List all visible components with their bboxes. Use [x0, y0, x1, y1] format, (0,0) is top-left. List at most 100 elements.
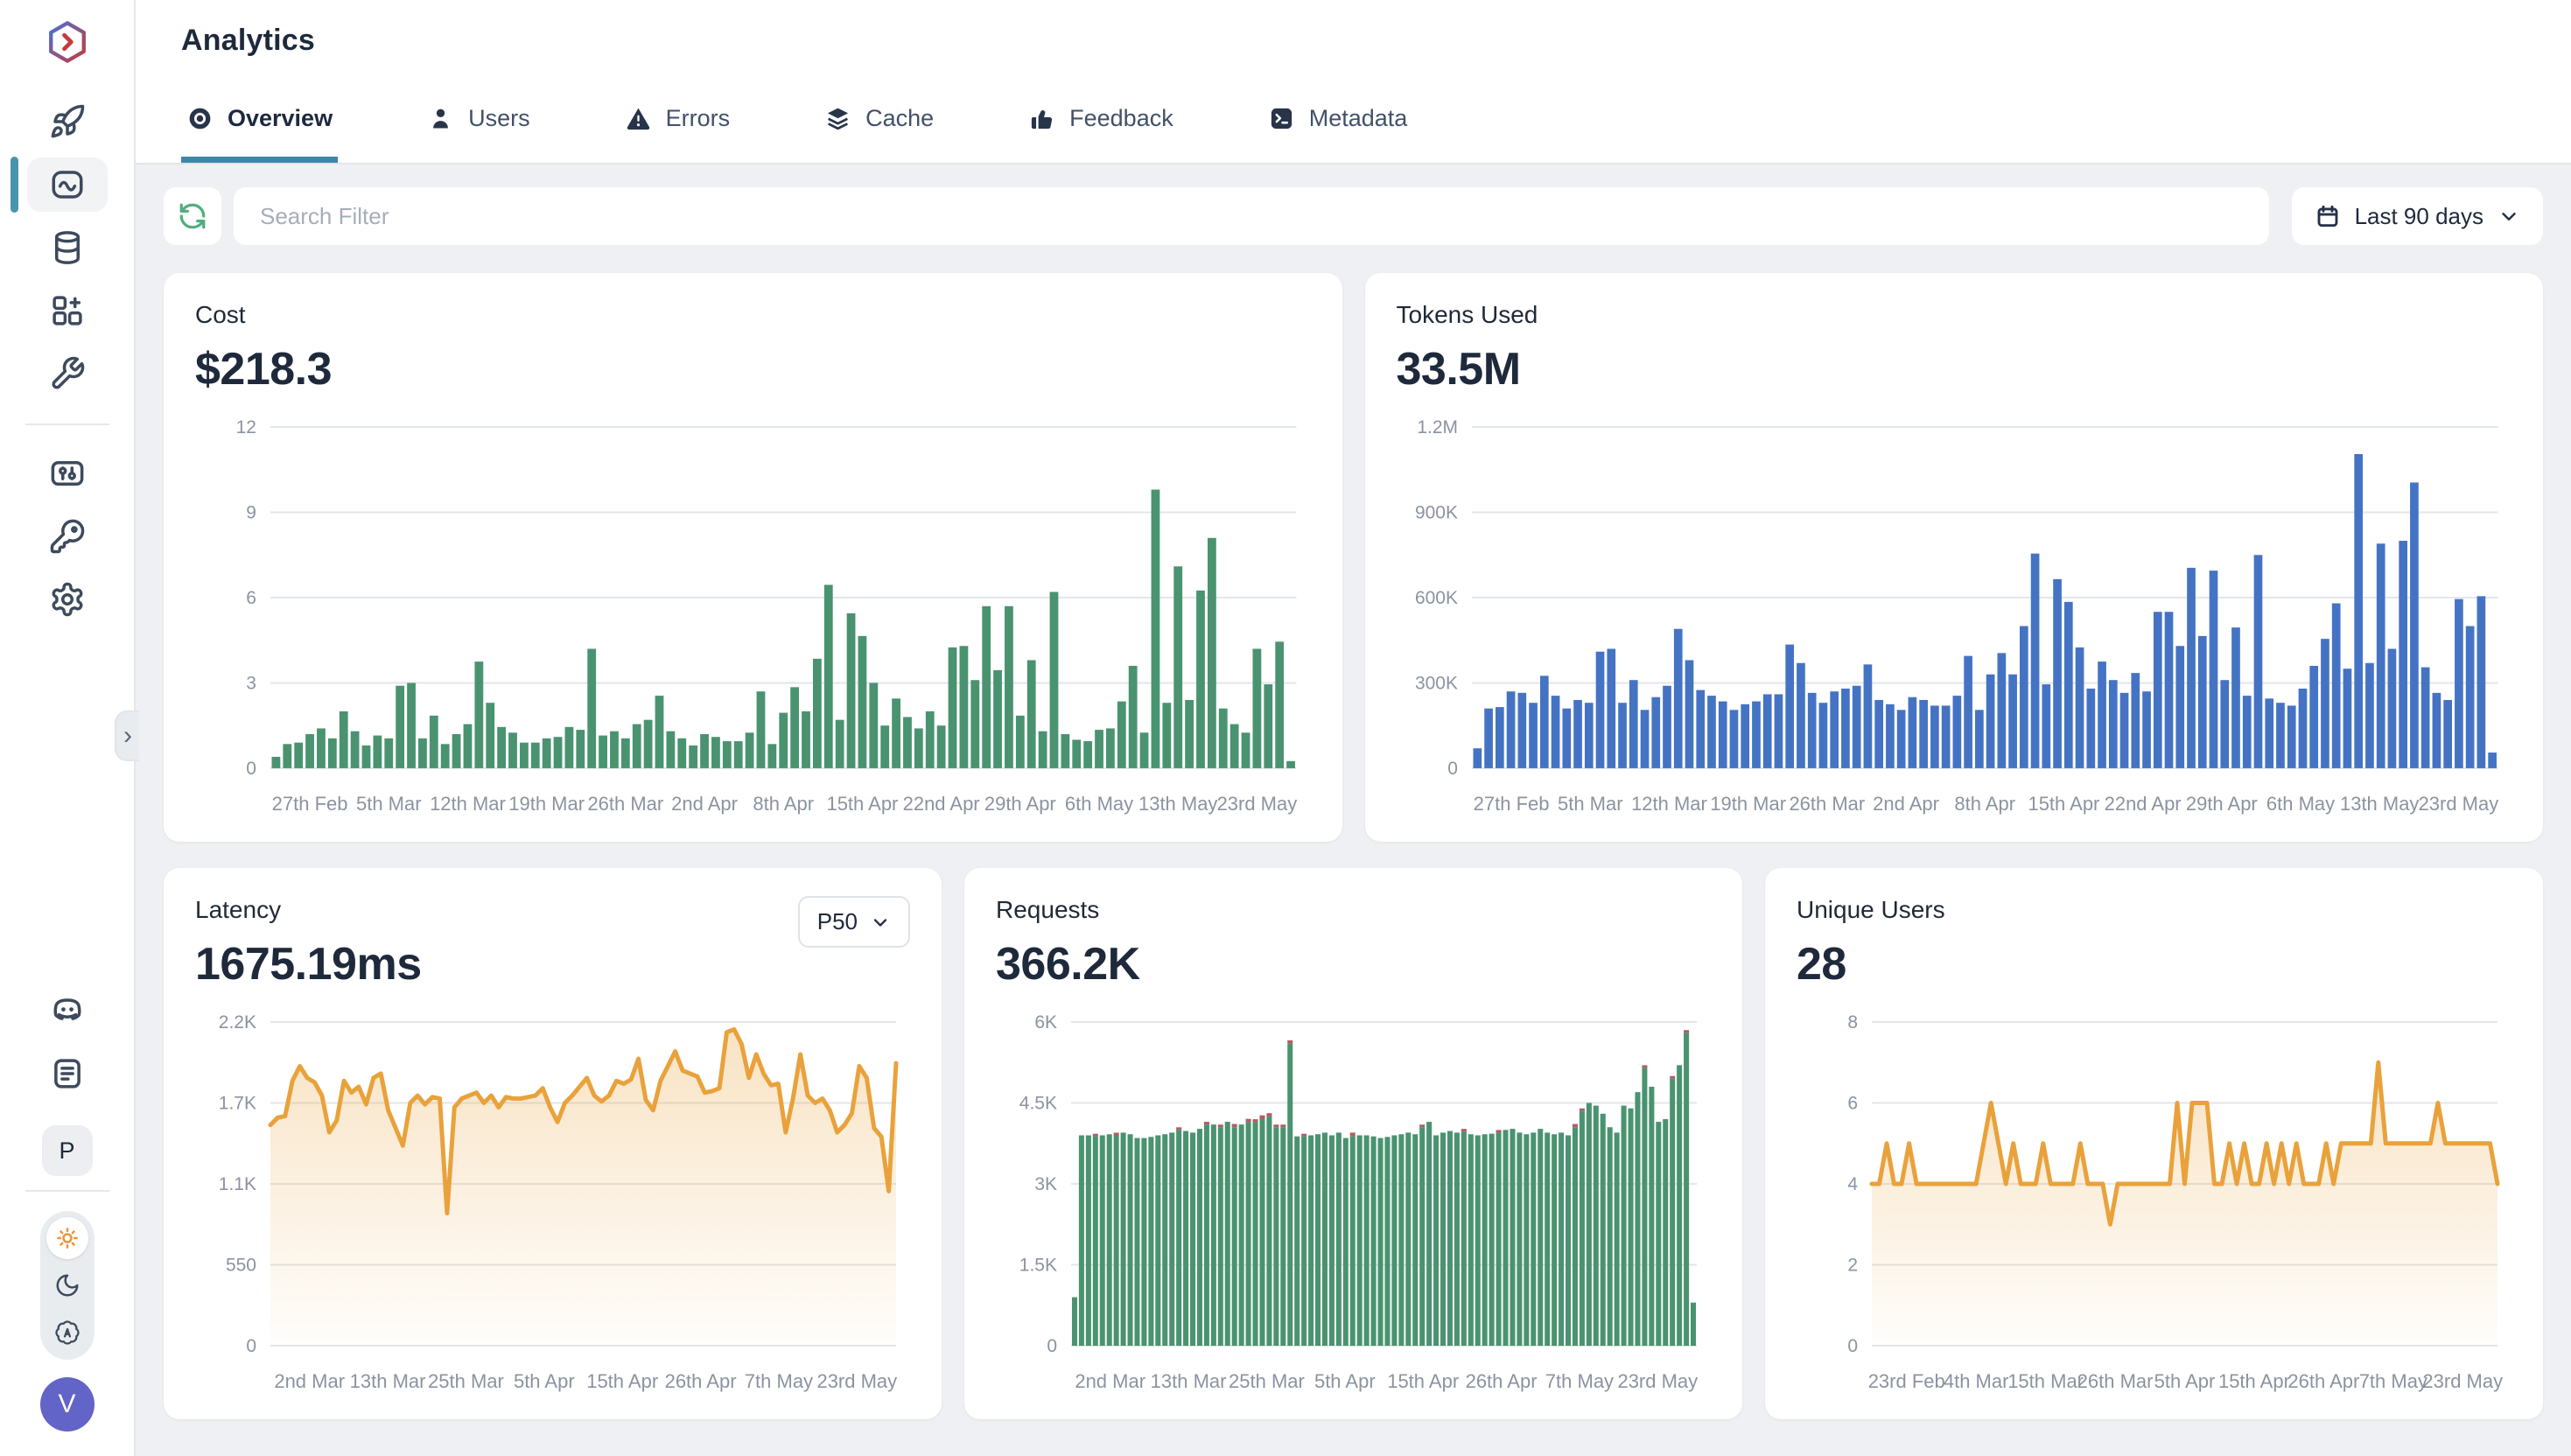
svg-text:9: 9 — [246, 503, 256, 523]
svg-text:6: 6 — [246, 588, 256, 608]
svg-text:29th Apr: 29th Apr — [984, 793, 1056, 815]
svg-text:15th Mar: 15th Mar — [2007, 1370, 2084, 1392]
database-icon — [49, 229, 86, 266]
sidebar-divider — [25, 1190, 109, 1192]
tab-cache[interactable]: Cache — [819, 80, 939, 163]
svg-text:3: 3 — [246, 673, 256, 693]
tab-overview[interactable]: Overview — [181, 80, 338, 163]
sidebar-item-settings[interactable] — [27, 572, 108, 626]
sidebar-item-tools[interactable] — [27, 346, 108, 401]
svg-text:13th Mar: 13th Mar — [1151, 1370, 1227, 1392]
svg-text:15th Apr: 15th Apr — [2218, 1370, 2290, 1392]
svg-text:1.7K: 1.7K — [219, 1094, 256, 1114]
chart-canvas: 05501.1K1.7K2.2K2nd Mar13th Mar25th Mar5… — [195, 1010, 910, 1402]
svg-text:26th Mar: 26th Mar — [1789, 793, 1865, 815]
tab-metadata[interactable]: Metadata — [1263, 80, 1413, 163]
svg-text:300K: 300K — [1414, 673, 1457, 693]
svg-text:5th Mar: 5th Mar — [1557, 793, 1622, 815]
user-avatar[interactable]: V — [40, 1377, 95, 1432]
sidebar-item-docs[interactable] — [27, 1046, 108, 1101]
tab-label: Users — [468, 105, 530, 132]
tokens-chart: 0300K600K900K1.2M27th Feb5th Mar12th Mar… — [1397, 415, 2512, 824]
project-initial: P — [59, 1138, 74, 1165]
svg-text:7th May: 7th May — [745, 1370, 813, 1392]
svg-text:22nd Apr: 22nd Apr — [903, 793, 980, 815]
svg-text:1.1K: 1.1K — [219, 1174, 256, 1194]
svg-text:29th Apr: 29th Apr — [2185, 793, 2257, 815]
tab-users[interactable]: Users — [422, 80, 536, 163]
tab-label: Metadata — [1309, 105, 1408, 132]
sidebar-nav — [25, 94, 109, 635]
svg-text:5th Apr: 5th Apr — [1314, 1370, 1376, 1392]
tab-label: Errors — [666, 105, 731, 132]
svg-text:1.2M: 1.2M — [1417, 417, 1458, 438]
refresh-button[interactable] — [164, 187, 221, 245]
svg-text:12th Mar: 12th Mar — [430, 793, 506, 815]
svg-text:0: 0 — [1047, 1336, 1057, 1356]
tab-feedback[interactable]: Feedback — [1023, 80, 1179, 163]
svg-text:2: 2 — [1847, 1256, 1858, 1276]
card-title: Latency — [195, 896, 422, 924]
percentile-select[interactable]: P50 — [798, 896, 910, 948]
svg-text:7th May: 7th May — [1545, 1370, 1614, 1392]
svg-text:12: 12 — [236, 417, 256, 438]
svg-text:15th Apr: 15th Apr — [1387, 1370, 1459, 1392]
svg-text:5th Apr: 5th Apr — [2154, 1370, 2216, 1392]
svg-text:5th Apr: 5th Apr — [514, 1370, 575, 1392]
sidebar-item-launch[interactable] — [27, 94, 108, 149]
svg-text:2nd Apr: 2nd Apr — [1873, 793, 1939, 815]
sidebar-item-components[interactable] — [27, 284, 108, 338]
svg-text:25th Mar: 25th Mar — [428, 1370, 504, 1392]
project-avatar[interactable]: P — [42, 1125, 93, 1176]
main-area: Analytics Overview Users Errors — [136, 0, 2571, 1456]
svg-text:0: 0 — [246, 759, 256, 779]
cost-value: $218.3 — [195, 343, 1311, 396]
svg-text:8: 8 — [1847, 1012, 1858, 1032]
chevron-down-icon — [2497, 205, 2520, 228]
svg-text:25th Mar: 25th Mar — [1229, 1370, 1305, 1392]
svg-text:1.5K: 1.5K — [1019, 1256, 1057, 1276]
key-icon — [49, 518, 86, 555]
svg-text:27th Feb: 27th Feb — [272, 793, 348, 815]
sidebar-item-discord[interactable] — [27, 984, 108, 1038]
card-title: Tokens Used — [1397, 301, 2512, 329]
chart-canvas: 03691227th Feb5th Mar12th Mar19th Mar26t… — [195, 415, 1311, 824]
cost-chart: 03691227th Feb5th Mar12th Mar19th Mar26t… — [195, 415, 1311, 824]
theme-switcher — [40, 1211, 95, 1360]
sun-icon — [54, 1225, 81, 1251]
svg-text:8th Apr: 8th Apr — [753, 793, 814, 815]
errors-icon — [625, 105, 652, 132]
sidebar-item-data[interactable] — [27, 220, 108, 275]
sidebar-item-environment[interactable] — [27, 446, 108, 500]
svg-text:23rd May: 23rd May — [1217, 793, 1298, 815]
theme-auto-button[interactable] — [46, 1312, 88, 1354]
tab-bar: Overview Users Errors Cache — [136, 80, 2571, 164]
svg-text:7th May: 7th May — [2359, 1370, 2427, 1392]
svg-text:550: 550 — [226, 1256, 256, 1276]
sidebar-item-api-keys[interactable] — [27, 509, 108, 564]
sliders-icon — [49, 455, 86, 492]
tab-label: Feedback — [1069, 105, 1173, 132]
card-title: Requests — [996, 896, 1711, 924]
sidebar-item-analytics[interactable] — [27, 158, 108, 212]
auto-theme-icon — [54, 1320, 81, 1346]
app-logo[interactable] — [45, 19, 90, 65]
svg-text:15th Apr: 15th Apr — [2028, 793, 2099, 815]
tab-errors[interactable]: Errors — [620, 80, 736, 163]
svg-text:12th Mar: 12th Mar — [1631, 793, 1707, 815]
svg-text:4: 4 — [1847, 1174, 1858, 1194]
theme-dark-button[interactable] — [46, 1264, 88, 1306]
svg-text:19th Mar: 19th Mar — [1710, 793, 1786, 815]
wrench-icon — [49, 355, 86, 392]
svg-text:15th Apr: 15th Apr — [586, 1370, 658, 1392]
date-range-button[interactable]: Last 90 days — [2292, 187, 2543, 245]
sidebar-expand-handle[interactable]: › — [115, 710, 139, 761]
unique-users-card: Unique Users 28 0246823rd Feb4th Mar15th… — [1765, 868, 2543, 1419]
theme-light-button[interactable] — [46, 1217, 88, 1259]
chart-canvas: 0246823rd Feb4th Mar15th Mar26th Mar5th … — [1797, 1010, 2511, 1402]
svg-text:23rd May: 23rd May — [2422, 1370, 2503, 1392]
overview-icon — [186, 105, 214, 132]
svg-text:6th May: 6th May — [1065, 793, 1133, 815]
chevron-down-icon — [870, 912, 891, 933]
search-input[interactable] — [234, 187, 2269, 245]
